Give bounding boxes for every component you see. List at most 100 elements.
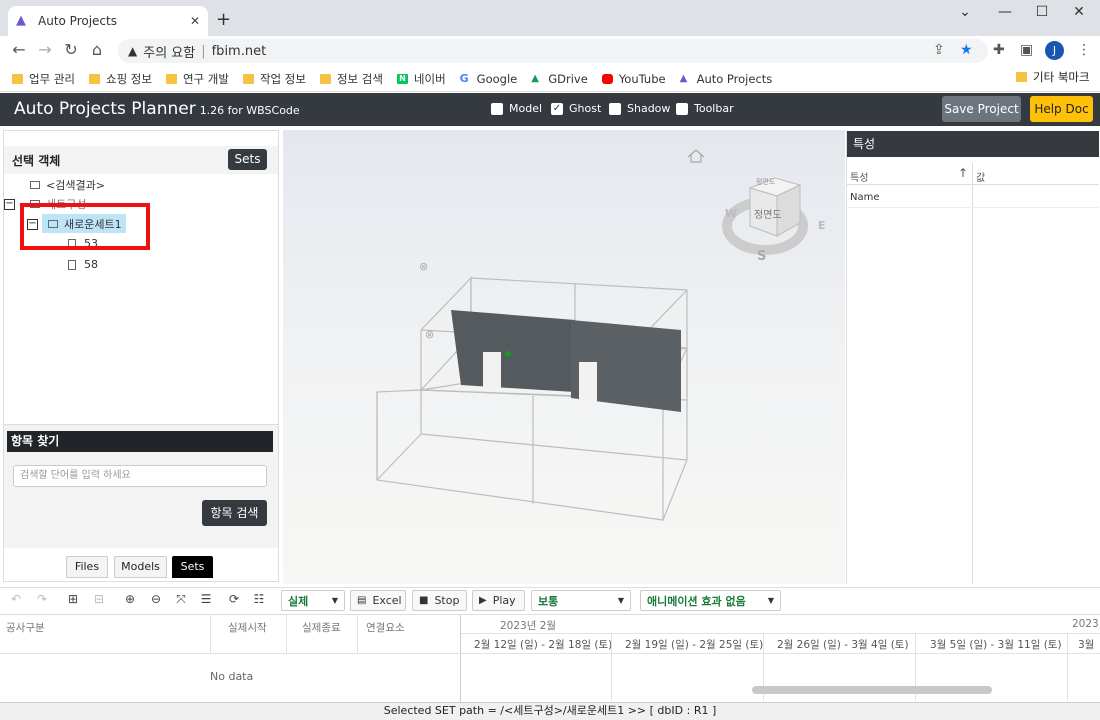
minimize-button[interactable]: —	[990, 4, 1020, 20]
refresh-icon[interactable]: ⟳	[226, 592, 242, 606]
sidepanel-icon[interactable]: ▣	[1020, 42, 1033, 58]
wall-element-53[interactable]	[451, 310, 575, 392]
dropdown-icon: ▼	[617, 596, 624, 605]
search-button[interactable]: 항목 검색	[202, 500, 267, 526]
home-view-icon[interactable]	[687, 149, 705, 163]
excel-button[interactable]: ▤ Excel	[350, 590, 406, 611]
checkbox[interactable]	[491, 102, 503, 115]
animation-select-value: 애니메이션 효과 없음	[647, 594, 746, 608]
mode-select-value: 실제	[288, 594, 309, 608]
save-project-button[interactable]: Save Project	[942, 96, 1021, 122]
animation-select[interactable]: 애니메이션 효과 없음 ▼	[640, 590, 781, 611]
app-version: 1.26 for WBSCode	[199, 104, 300, 117]
app-title: Auto Projects Planner 1.26 for WBSCode	[14, 99, 300, 119]
column-divider	[286, 615, 287, 653]
bookmark-item[interactable]: 쇼핑 정보	[88, 71, 152, 87]
col-header-link[interactable]: 연결요소	[366, 620, 405, 635]
share-icon[interactable]: ⇪	[933, 42, 945, 58]
collapse-all-icon[interactable]: ☰	[198, 592, 214, 606]
status-bar: Selected SET path = /<세트구성>/새로운세트1 >> [ …	[0, 702, 1100, 720]
horizontal-scrollbar[interactable]	[752, 686, 992, 694]
profile-avatar[interactable]: J	[1045, 41, 1064, 60]
bookmark-item[interactable]: 연구 개발	[165, 71, 229, 87]
undo-icon[interactable]: ↶	[8, 592, 24, 606]
chevron-down-icon[interactable]: ⌄	[950, 4, 980, 20]
bookmark-item[interactable]: 업무 관리	[12, 71, 75, 87]
url-field[interactable]: ▲ 주의 요함 | fbim.net	[118, 39, 988, 63]
dropdown-icon: ▼	[331, 596, 338, 605]
tab-models[interactable]: Models	[114, 556, 167, 578]
extensions-icon[interactable]: ✚	[993, 42, 1005, 58]
tab-files[interactable]: Files	[66, 556, 108, 578]
col-header-start[interactable]: 실제시작	[228, 620, 267, 635]
redo-icon[interactable]: ↷	[34, 592, 50, 606]
search-input[interactable]: 검색할 단어를 입력 하세요	[13, 465, 267, 487]
week-divider	[611, 633, 612, 701]
browser-tab[interactable]: ▲ Auto Projects ✕	[8, 6, 208, 36]
add-task-icon[interactable]: ⊞	[65, 592, 81, 606]
maximize-button[interactable]: ☐	[1027, 4, 1057, 20]
header-divider	[461, 633, 1100, 634]
zoom-out-icon[interactable]: ⊖	[148, 592, 164, 606]
stop-button[interactable]: ■ Stop	[412, 590, 467, 611]
column-divider	[972, 163, 973, 584]
excel-label: Excel	[372, 594, 402, 607]
checkbox[interactable]	[676, 102, 688, 115]
collapse-icon[interactable]: −	[4, 199, 15, 210]
week-label: 3월 5일 (일) - 3월 11일 (토)	[930, 639, 1062, 651]
toolbar-toggle[interactable]: Toolbar	[676, 102, 734, 115]
toggle-label: Model	[509, 102, 543, 115]
mode-select[interactable]: 실제 ▼	[281, 590, 345, 611]
speed-select[interactable]: 보통 ▼	[531, 590, 631, 611]
excel-icon: ▤	[357, 595, 367, 606]
security-warning: 주의 요함	[143, 45, 196, 61]
shadow-toggle[interactable]: Shadow	[609, 102, 670, 115]
reload-icon[interactable]: ↻	[60, 40, 82, 59]
folder-icon	[88, 73, 100, 84]
autoprojects-icon: ▲	[16, 13, 26, 28]
property-row	[847, 185, 1099, 208]
checkbox[interactable]	[609, 102, 621, 115]
close-window-button[interactable]: ✕	[1064, 4, 1094, 20]
tree-item-search-results[interactable]: <검색결과>	[30, 177, 105, 193]
tree-item-element[interactable]: 58	[68, 258, 98, 271]
3d-viewport[interactable]: ⊗ ⊗	[283, 130, 845, 584]
settings-list-icon[interactable]: ☷	[251, 592, 267, 606]
bookmark-item[interactable]: N 네이버	[396, 71, 446, 87]
sort-icon[interactable]: ↑	[958, 166, 968, 180]
menu-icon[interactable]: ⋮	[1077, 42, 1091, 58]
tab-sets[interactable]: Sets	[172, 556, 213, 578]
zoom-fit-icon[interactable]: ⤧	[173, 592, 189, 607]
col-header-end[interactable]: 실제종료	[302, 620, 341, 635]
close-tab-icon[interactable]: ✕	[190, 14, 200, 28]
ghost-toggle[interactable]: ✓ Ghost	[551, 102, 601, 115]
autoprojects-icon: ▲	[679, 72, 688, 84]
other-bookmarks[interactable]: 기타 북마크	[1016, 69, 1090, 85]
bookmark-star-icon[interactable]: ★	[960, 42, 973, 58]
folder-icon	[1016, 72, 1027, 82]
bookmark-item[interactable]: ▲ Auto Projects	[680, 72, 773, 86]
forward-icon[interactable]: →	[34, 40, 56, 59]
back-icon[interactable]: ←	[8, 40, 30, 59]
bookmark-label: 작업 정보	[259, 71, 306, 86]
bookmark-item[interactable]: 작업 정보	[242, 71, 306, 87]
bookmark-item[interactable]: YouTube	[601, 72, 666, 86]
sets-button[interactable]: Sets	[228, 149, 267, 170]
delete-task-icon[interactable]: ⊟	[91, 592, 107, 606]
url-text: fbim.net	[211, 43, 267, 59]
new-tab-button[interactable]: +	[216, 9, 231, 30]
play-button[interactable]: ▶ Play	[472, 590, 525, 611]
col-property[interactable]: 특성	[850, 169, 868, 184]
google-icon: G	[459, 71, 469, 85]
home-icon[interactable]: ⌂	[86, 40, 108, 59]
help-doc-button[interactable]: Help Doc	[1030, 96, 1093, 122]
bookmark-item[interactable]: ▲ GDrive	[531, 72, 588, 86]
bookmark-item[interactable]: 정보 검색	[319, 71, 383, 87]
zoom-in-icon[interactable]: ⊕	[122, 592, 138, 606]
model-toggle[interactable]: Model	[491, 102, 542, 115]
col-header-type[interactable]: 공사구분	[6, 620, 45, 635]
col-value[interactable]: 값	[976, 169, 985, 184]
bookmark-item[interactable]: G Google	[460, 72, 518, 86]
toggle-label: Toolbar	[694, 102, 734, 115]
checkbox-checked[interactable]: ✓	[551, 102, 563, 115]
